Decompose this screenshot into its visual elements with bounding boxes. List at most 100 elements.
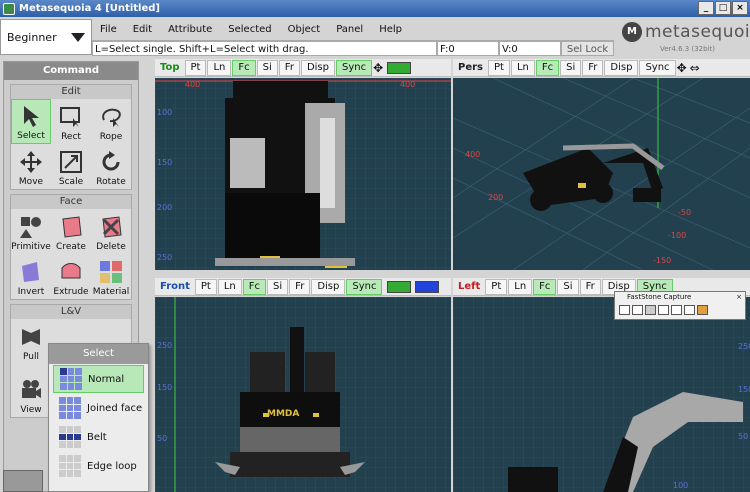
silhouette-toggle[interactable]: Si [256, 59, 278, 76]
extrude-tool-button[interactable]: Extrude [51, 254, 91, 299]
create-tool-button[interactable]: Create [51, 209, 91, 254]
view-tool-button[interactable]: View [11, 372, 51, 417]
points-toggle[interactable]: Pt [485, 278, 508, 295]
primitive-tool-button[interactable]: Primitive [11, 209, 51, 254]
silhouette-toggle[interactable]: Si [557, 278, 579, 295]
app-logo: M metasequoia4 [622, 22, 750, 42]
lines-toggle[interactable]: Ln [217, 278, 242, 295]
select-tool-button[interactable]: Select [11, 99, 51, 144]
front-toggle[interactable]: Fr [278, 59, 300, 76]
screen-green-icon[interactable] [387, 61, 412, 74]
front-toggle[interactable]: Fr [289, 278, 311, 295]
capture-scroll-icon[interactable] [684, 305, 695, 315]
lines-toggle[interactable]: Ln [510, 59, 535, 76]
front-toggle[interactable]: Fr [582, 59, 604, 76]
faststone-capture-toolbar[interactable]: FastStone Capture × [614, 291, 746, 320]
maximize-button[interactable]: □ [715, 1, 731, 15]
viewport-name-front[interactable]: Front [155, 281, 195, 292]
viewport-name-left[interactable]: Left [453, 281, 485, 292]
settings-icon[interactable] [697, 305, 708, 315]
status-message: L=Select single. Shift+L=Select with dra… [92, 41, 437, 56]
display-button[interactable]: Disp [604, 59, 639, 76]
y-tick: 250 [157, 253, 173, 262]
display-button[interactable]: Disp [311, 278, 346, 295]
capture-object-icon[interactable] [632, 305, 643, 315]
screen-blue-icon[interactable] [415, 280, 440, 293]
select-mode-belt[interactable]: Belt [53, 423, 144, 451]
faces-toggle[interactable]: Fc [535, 59, 560, 76]
silhouette-toggle[interactable]: Si [560, 59, 582, 76]
viewport-name-top[interactable]: Top [155, 62, 185, 73]
scale-tool-button[interactable]: Scale [51, 144, 91, 189]
sync-toggle[interactable]: Sync [346, 278, 383, 295]
primitive-shapes-icon [18, 214, 44, 240]
level-dropdown[interactable]: Beginner [0, 19, 92, 55]
invert-tool-button[interactable]: Invert [11, 254, 51, 299]
lines-toggle[interactable]: Ln [207, 59, 232, 76]
silhouette-toggle[interactable]: Si [267, 278, 289, 295]
screen-green-icon[interactable] [387, 280, 412, 293]
capture-full-icon[interactable] [671, 305, 682, 315]
display-button[interactable]: Disp [300, 59, 335, 76]
points-toggle[interactable]: Pt [488, 59, 510, 76]
menu-edit[interactable]: Edit [125, 24, 160, 35]
top-viewport[interactable]: 400 400 100 150 200 250 [155, 78, 451, 270]
y-tick: 50 [157, 434, 168, 443]
pers-tick: 400 [465, 150, 481, 159]
faces-toggle[interactable]: Fc [533, 278, 557, 295]
pers-viewport-toolbar: Pers Pt Ln Fc Si Fr Disp Sync ✥ ⇔ [453, 59, 750, 77]
points-toggle[interactable]: Pt [194, 278, 217, 295]
edit-group: Edit Select Rect Rope Move Scale Rotate [10, 84, 132, 190]
front-toggle[interactable]: Fr [579, 278, 601, 295]
select-mode-normal[interactable]: Normal [53, 365, 144, 393]
faces-toggle[interactable]: Fc [232, 59, 256, 76]
select-mode-joined-face[interactable]: Joined face [53, 394, 144, 422]
face-group-title: Face [11, 195, 131, 209]
menu-file[interactable]: File [92, 24, 125, 35]
pan-arrows-icon[interactable]: ✥ [373, 61, 383, 75]
close-icon[interactable]: × [736, 292, 742, 303]
close-button[interactable]: × [732, 1, 748, 15]
sync-toggle[interactable]: Sync [335, 59, 373, 76]
viewport-name-pers[interactable]: Pers [453, 62, 488, 73]
capture-window-icon[interactable] [619, 305, 630, 315]
pers-tick: 200 [488, 193, 504, 202]
pers-grid-drawing [453, 78, 750, 270]
front-viewport[interactable]: MMDA 250 150 50 [155, 297, 451, 492]
capture-rect-icon[interactable] [645, 305, 656, 315]
rotate-tool-button[interactable]: Rotate [91, 144, 131, 189]
rect-tool-button[interactable]: Rect [51, 99, 91, 144]
tool-label: Material [92, 287, 130, 297]
sel-lock-button[interactable]: Sel Lock [561, 41, 614, 56]
tool-label: Pull [23, 352, 39, 362]
left-viewport[interactable]: 250 150 50 100 [453, 297, 750, 492]
minimize-button[interactable]: _ [698, 1, 714, 15]
menu-panel[interactable]: Panel [328, 24, 371, 35]
material-grid-icon [98, 259, 124, 285]
menu-selected[interactable]: Selected [220, 24, 279, 35]
lines-toggle[interactable]: Ln [508, 278, 533, 295]
x-tick: 400 [400, 80, 416, 89]
capture-freehand-icon[interactable] [658, 305, 669, 315]
level-value: Beginner [7, 30, 57, 44]
menu-help[interactable]: Help [371, 24, 410, 35]
points-toggle[interactable]: Pt [184, 59, 207, 76]
chevron-down-icon[interactable] [71, 32, 85, 42]
menu-object[interactable]: Object [280, 24, 329, 35]
version-label: Ver4.6.3 (32bit) [660, 45, 715, 53]
panel-strip[interactable] [3, 470, 43, 492]
menu-attribute[interactable]: Attribute [160, 24, 220, 35]
pers-viewport[interactable]: 400 200 -50 -100 -150 [453, 78, 750, 270]
select-mode-edge-loop[interactable]: Edge loop [53, 452, 144, 480]
pan-arrows-icon[interactable]: ✥ [677, 61, 687, 75]
top-grid-drawing [155, 78, 451, 270]
material-tool-button[interactable]: Material [91, 254, 131, 299]
faces-toggle[interactable]: Fc [242, 278, 267, 295]
pers-tick: -150 [653, 256, 672, 265]
rotate-arrows-icon[interactable]: ⇔ [690, 61, 700, 75]
delete-tool-button[interactable]: Delete [91, 209, 131, 254]
sync-toggle[interactable]: Sync [639, 59, 676, 76]
move-tool-button[interactable]: Move [11, 144, 51, 189]
pull-tool-button[interactable]: Pull [11, 319, 51, 364]
rope-tool-button[interactable]: Rope [91, 99, 131, 144]
